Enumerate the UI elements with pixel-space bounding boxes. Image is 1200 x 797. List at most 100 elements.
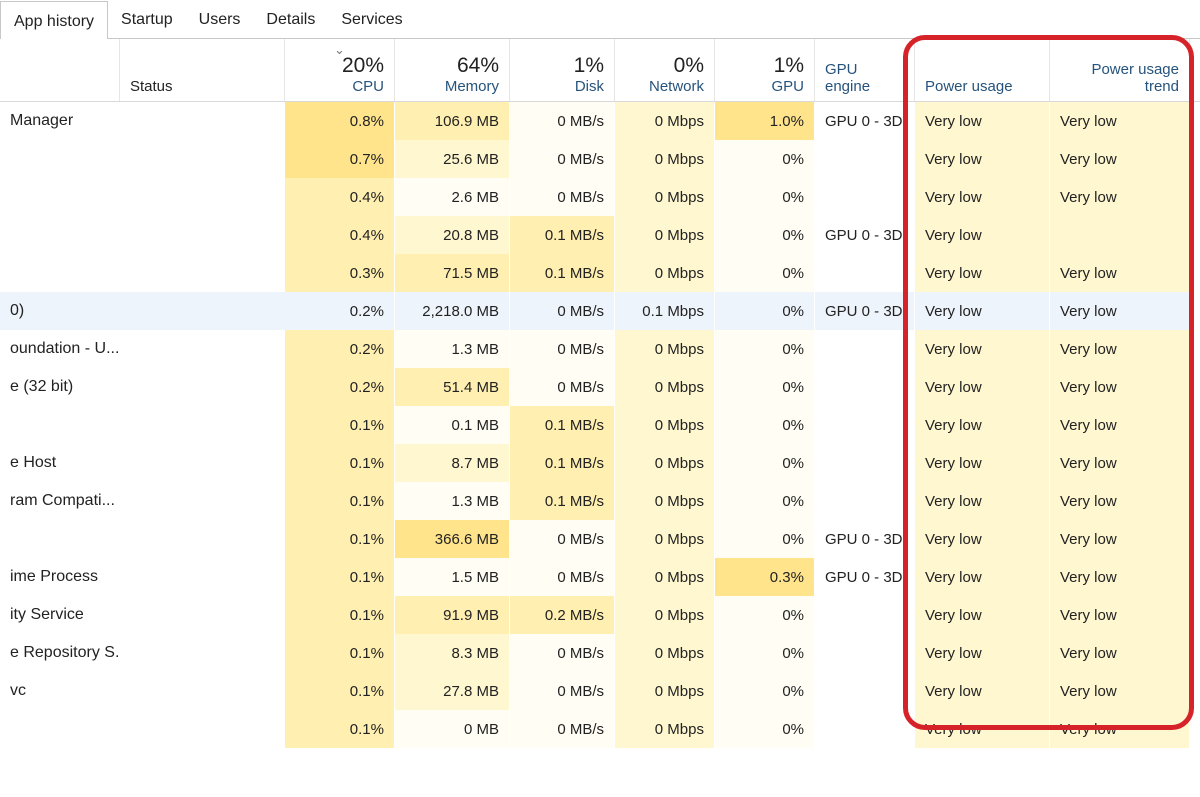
power-usage-cell: Very low [915, 596, 1050, 634]
column-header-cpu[interactable]: ⌄ 20% CPU [285, 39, 395, 101]
process-name: Manager [0, 102, 120, 140]
disk-cell: 0 MB/s [510, 520, 615, 558]
column-header-gpu[interactable]: 1% GPU [715, 39, 815, 101]
gpu-engine-cell: GPU 0 - 3D [815, 102, 915, 140]
process-name [0, 710, 120, 748]
network-cell: 0 Mbps [615, 254, 715, 292]
process-status [120, 140, 285, 178]
process-name: ity Service [0, 596, 120, 634]
cpu-cell: 0.1% [285, 710, 395, 748]
table-row[interactable]: 0.3%71.5 MB0.1 MB/s0 Mbps0%Very lowVery … [0, 254, 1200, 292]
cpu-cell: 0.1% [285, 596, 395, 634]
disk-cell: 0.1 MB/s [510, 444, 615, 482]
column-header-name[interactable] [0, 39, 120, 101]
gpu-cell: 0% [715, 672, 815, 710]
column-header-pct: 1% [574, 54, 604, 78]
power-usage-cell: Very low [915, 482, 1050, 520]
gpu-engine-cell [815, 710, 915, 748]
disk-cell: 0.2 MB/s [510, 596, 615, 634]
power-usage-cell: Very low [915, 520, 1050, 558]
gpu-cell: 0% [715, 520, 815, 558]
table-row[interactable]: ime Process0.1%1.5 MB0 MB/s0 Mbps0.3%GPU… [0, 558, 1200, 596]
network-cell: 0 Mbps [615, 330, 715, 368]
memory-cell: 25.6 MB [395, 140, 510, 178]
memory-cell: 0 MB [395, 710, 510, 748]
network-cell: 0 Mbps [615, 102, 715, 140]
column-header-label: Network [649, 78, 704, 95]
process-status [120, 482, 285, 520]
table-row[interactable]: vc0.1%27.8 MB0 MB/s0 Mbps0%Very lowVery … [0, 672, 1200, 710]
column-header-status[interactable]: Status [120, 39, 285, 101]
table-row[interactable]: 0.7%25.6 MB0 MB/s0 Mbps0%Very lowVery lo… [0, 140, 1200, 178]
process-status [120, 444, 285, 482]
table-row[interactable]: e Host0.1%8.7 MB0.1 MB/s0 Mbps0%Very low… [0, 444, 1200, 482]
cpu-cell: 0.7% [285, 140, 395, 178]
column-headers: Status ⌄ 20% CPU 64% Memory 1% Disk 0% N… [0, 39, 1200, 102]
tab-startup[interactable]: Startup [108, 0, 186, 38]
table-row[interactable]: e Repository S...0.1%8.3 MB0 MB/s0 Mbps0… [0, 634, 1200, 672]
disk-cell: 0 MB/s [510, 102, 615, 140]
gpu-cell: 0% [715, 444, 815, 482]
process-name: ram Compati... [0, 482, 120, 520]
column-header-label: Disk [575, 78, 604, 95]
gpu-engine-cell [815, 672, 915, 710]
column-header-gpu-engine[interactable]: GPU engine [815, 39, 915, 101]
cpu-cell: 0.1% [285, 482, 395, 520]
tab-details[interactable]: Details [253, 0, 328, 38]
power-usage-cell: Very low [915, 672, 1050, 710]
process-name [0, 520, 120, 558]
power-trend-cell: Very low [1050, 520, 1190, 558]
column-header-power-usage-trend[interactable]: Power usage trend [1050, 39, 1190, 101]
power-usage-cell: Very low [915, 178, 1050, 216]
table-row[interactable]: 0.1%0.1 MB0.1 MB/s0 Mbps0%Very lowVery l… [0, 406, 1200, 444]
process-status [120, 672, 285, 710]
power-trend-cell: Very low [1050, 672, 1190, 710]
memory-cell: 366.6 MB [395, 520, 510, 558]
table-row[interactable]: ram Compati...0.1%1.3 MB0.1 MB/s0 Mbps0%… [0, 482, 1200, 520]
process-name: oundation - U... [0, 330, 120, 368]
table-row[interactable]: ity Service0.1%91.9 MB0.2 MB/s0 Mbps0%Ve… [0, 596, 1200, 634]
column-header-network[interactable]: 0% Network [615, 39, 715, 101]
gpu-cell: 0% [715, 710, 815, 748]
table-row[interactable]: e (32 bit)0.2%51.4 MB0 MB/s0 Mbps0%Very … [0, 368, 1200, 406]
network-cell: 0 Mbps [615, 444, 715, 482]
tab-app-history[interactable]: App history [0, 1, 108, 39]
tab-services[interactable]: Services [328, 0, 415, 38]
power-usage-cell: Very low [915, 254, 1050, 292]
cpu-cell: 0.4% [285, 178, 395, 216]
process-name [0, 254, 120, 292]
table-row[interactable]: oundation - U...0.2%1.3 MB0 MB/s0 Mbps0%… [0, 330, 1200, 368]
column-header-pct: 20% [342, 54, 384, 78]
memory-cell: 91.9 MB [395, 596, 510, 634]
table-row[interactable]: 0.4%2.6 MB0 MB/s0 Mbps0%Very lowVery low [0, 178, 1200, 216]
process-name [0, 406, 120, 444]
gpu-cell: 0% [715, 292, 815, 330]
power-usage-cell: Very low [915, 368, 1050, 406]
column-header-label: CPU [352, 78, 384, 95]
memory-cell: 71.5 MB [395, 254, 510, 292]
tab-users[interactable]: Users [186, 0, 254, 38]
power-usage-cell: Very low [915, 558, 1050, 596]
column-header-disk[interactable]: 1% Disk [510, 39, 615, 101]
gpu-engine-cell: GPU 0 - 3D [815, 558, 915, 596]
column-header-power-usage[interactable]: Power usage [915, 39, 1050, 101]
process-name [0, 178, 120, 216]
gpu-engine-cell [815, 178, 915, 216]
disk-cell: 0.1 MB/s [510, 406, 615, 444]
disk-cell: 0 MB/s [510, 710, 615, 748]
table-row[interactable]: 0.1%366.6 MB0 MB/s0 Mbps0%GPU 0 - 3DVery… [0, 520, 1200, 558]
table-row[interactable]: 0)0.2%2,218.0 MB0 MB/s0.1 Mbps0%GPU 0 - … [0, 292, 1200, 330]
power-trend-cell: Very low [1050, 444, 1190, 482]
memory-cell: 0.1 MB [395, 406, 510, 444]
table-row[interactable]: Manager0.8%106.9 MB0 MB/s0 Mbps1.0%GPU 0… [0, 102, 1200, 140]
column-header-memory[interactable]: 64% Memory [395, 39, 510, 101]
process-status [120, 634, 285, 672]
gpu-engine-cell: GPU 0 - 3D [815, 292, 915, 330]
power-trend-cell: Very low [1050, 558, 1190, 596]
table-row[interactable]: 0.4%20.8 MB0.1 MB/s0 Mbps0%GPU 0 - 3DVer… [0, 216, 1200, 254]
power-usage-cell: Very low [915, 634, 1050, 672]
power-usage-cell: Very low [915, 140, 1050, 178]
network-cell: 0 Mbps [615, 672, 715, 710]
gpu-engine-cell [815, 482, 915, 520]
table-row[interactable]: 0.1%0 MB0 MB/s0 Mbps0%Very lowVery low [0, 710, 1200, 748]
